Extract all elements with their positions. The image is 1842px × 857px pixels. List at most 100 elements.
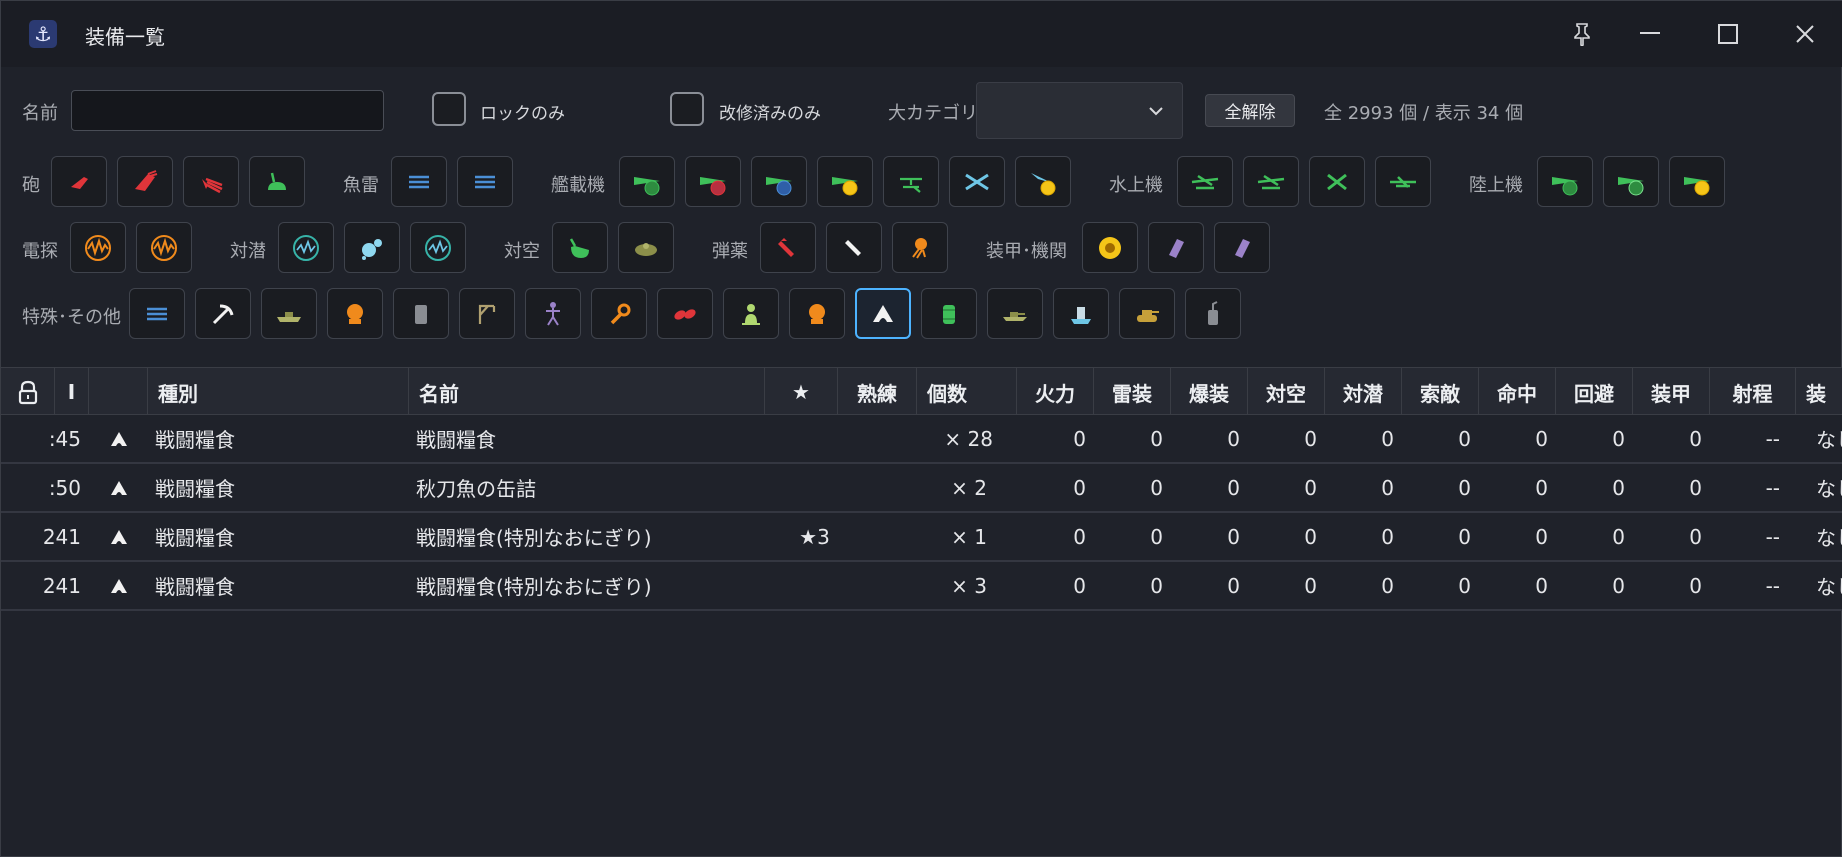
filter-aa-shell-button[interactable] (892, 222, 948, 273)
lock-only-checkbox[interactable] (432, 92, 466, 126)
header-evasion[interactable]: 回避 (1556, 368, 1633, 416)
name-filter-input[interactable] (71, 90, 384, 131)
filter-landing-craft-button[interactable] (261, 288, 317, 339)
filter-ration-button[interactable] (855, 288, 911, 339)
header-torpedo[interactable]: 雷装 (1094, 368, 1171, 416)
close-icon (1796, 25, 1814, 43)
header-antiair[interactable]: 対空 (1248, 368, 1325, 416)
filter-flying-boat-button[interactable] (1375, 156, 1431, 207)
group-label-land: 陸上機 (1469, 175, 1523, 196)
filter-submarine-equip-button[interactable] (987, 288, 1043, 339)
cell-range: -- (1765, 573, 1780, 598)
cell-count: × 3 (951, 573, 987, 598)
filter-seaplane-fighter-button[interactable] (1309, 156, 1365, 207)
header-icon[interactable] (89, 368, 148, 416)
header-name[interactable]: 名前 (409, 368, 765, 416)
header-asw[interactable]: 対潜 (1325, 368, 1402, 416)
filter-searchlight-button[interactable] (327, 288, 383, 339)
filter-seaplane-recon-button[interactable] (1177, 156, 1233, 207)
pin-button[interactable] (1558, 11, 1606, 57)
flare-icon (674, 308, 696, 320)
filter-medium-gun-button[interactable] (117, 156, 173, 207)
filter-land-attacker-button[interactable] (1537, 156, 1593, 207)
cell-range: -- (1765, 524, 1780, 549)
table-row[interactable]: 241 戦闘糧食 戦闘糧食(特別なおにぎり) × 3 0 0 0 0 0 0 0… (1, 562, 1842, 611)
header-firepower[interactable]: 火力 (1017, 368, 1094, 416)
header-id[interactable]: I (55, 368, 89, 416)
header-accuracy[interactable]: 命中 (1479, 368, 1556, 416)
filter-submarine-torpedo-button[interactable] (457, 156, 513, 207)
cell-los: 0 (1458, 524, 1471, 549)
filter-large-sonar-button[interactable] (410, 222, 466, 273)
filter-pickaxe-button[interactable] (195, 288, 251, 339)
header-count[interactable]: 個数 (917, 368, 1017, 416)
filter-personnel-button[interactable] (525, 288, 581, 339)
header-proficiency[interactable]: 熟練 (838, 368, 917, 416)
fuel-canister-icon (1208, 300, 1218, 325)
filter-torpedo-bomber-button[interactable] (751, 156, 807, 207)
filter-drum-button[interactable] (393, 288, 449, 339)
filter-flare-button[interactable] (657, 288, 713, 339)
filter-sonar-button[interactable] (278, 222, 334, 273)
header-kind[interactable]: 種別 (148, 368, 409, 416)
table-row[interactable]: :45 戦闘糧食 戦闘糧食 × 28 0 0 0 0 0 0 0 0 0 -- … (1, 415, 1842, 464)
category-select[interactable] (976, 82, 1183, 139)
cell-id: :45 (48, 426, 81, 451)
filter-fuel-button[interactable] (1185, 288, 1241, 339)
minimize-button[interactable] (1626, 11, 1674, 57)
table-row[interactable]: 241 戦闘糧食 戦闘糧食(特別なおにぎり) ★3 × 1 0 0 0 0 0 … (1, 513, 1842, 562)
filter-autogyro-button[interactable] (883, 156, 939, 207)
cell-asw: 0 (1381, 573, 1394, 598)
filter-supply-button[interactable] (921, 288, 977, 339)
filter-aa-gun-button[interactable] (552, 222, 608, 273)
header-lock[interactable] (1, 368, 55, 416)
header-armor[interactable]: 装甲 (1633, 368, 1710, 416)
filter-large-radar-button[interactable] (136, 222, 192, 273)
filter-repair-button[interactable] (591, 288, 647, 339)
filter-misc-torpedo-button[interactable] (129, 288, 185, 339)
filter-small-radar-button[interactable] (70, 222, 126, 273)
filter-tank-button[interactable] (1119, 288, 1175, 339)
medium-gun-icon (135, 169, 158, 191)
filter-crane-button[interactable] (459, 288, 515, 339)
header-range[interactable]: 射程 (1710, 368, 1796, 416)
filter-fighter-button[interactable] (619, 156, 675, 207)
filter-star-shell-button[interactable] (789, 288, 845, 339)
pin-icon (1574, 23, 1590, 46)
table-row[interactable]: :50 戦闘糧食 秋刀魚の缶詰 × 2 0 0 0 0 0 0 0 0 0 --… (1, 464, 1842, 513)
maximize-button[interactable] (1704, 11, 1752, 57)
filter-type3-shell-button[interactable] (826, 222, 882, 273)
equipment-list-window: ⚓ 装備一覧 名前 ロックのみ 改修済みのみ 大カテゴリ 全解除 全 2993 … (0, 0, 1842, 857)
filter-aa-director-button[interactable] (618, 222, 674, 273)
cell-los: 0 (1458, 426, 1471, 451)
filter-engine-button[interactable] (1082, 222, 1138, 273)
filter-bulge-button[interactable] (1148, 222, 1204, 273)
filter-ap-shell-button[interactable] (760, 222, 816, 273)
filter-armor-button[interactable] (1214, 222, 1270, 273)
filter-torpedo-button[interactable] (391, 156, 447, 207)
filter-depth-charge-button[interactable] (344, 222, 400, 273)
filter-transport-button[interactable] (1053, 288, 1109, 339)
clear-all-button[interactable]: 全解除 (1205, 94, 1295, 127)
filter-lookout-button[interactable] (723, 288, 779, 339)
cell-more: なし (1816, 428, 1842, 452)
improved-only-checkbox[interactable] (670, 92, 704, 126)
header-more[interactable]: 装 (1796, 368, 1842, 416)
filter-dive-bomber-button[interactable] (685, 156, 741, 207)
filter-seaplane-bomber-button[interactable] (1243, 156, 1299, 207)
header-los[interactable]: 索敵 (1402, 368, 1479, 416)
cell-antiair: 0 (1304, 475, 1317, 500)
cell-firepower: 0 (1073, 524, 1086, 549)
cell-accuracy: 0 (1535, 573, 1548, 598)
close-button[interactable] (1781, 11, 1829, 57)
header-star[interactable]: ★ (765, 368, 838, 416)
filter-asw-patrol-button[interactable] (949, 156, 1005, 207)
header-bombing[interactable]: 爆装 (1171, 368, 1248, 416)
filter-secondary-gun-button[interactable] (249, 156, 305, 207)
filter-small-gun-button[interactable] (51, 156, 107, 207)
filter-land-fighter-button[interactable] (1603, 156, 1659, 207)
filter-land-recon-button[interactable] (1669, 156, 1725, 207)
filter-large-gun-button[interactable] (183, 156, 239, 207)
filter-recon-plane-button[interactable] (817, 156, 873, 207)
filter-jet-button[interactable] (1015, 156, 1071, 207)
